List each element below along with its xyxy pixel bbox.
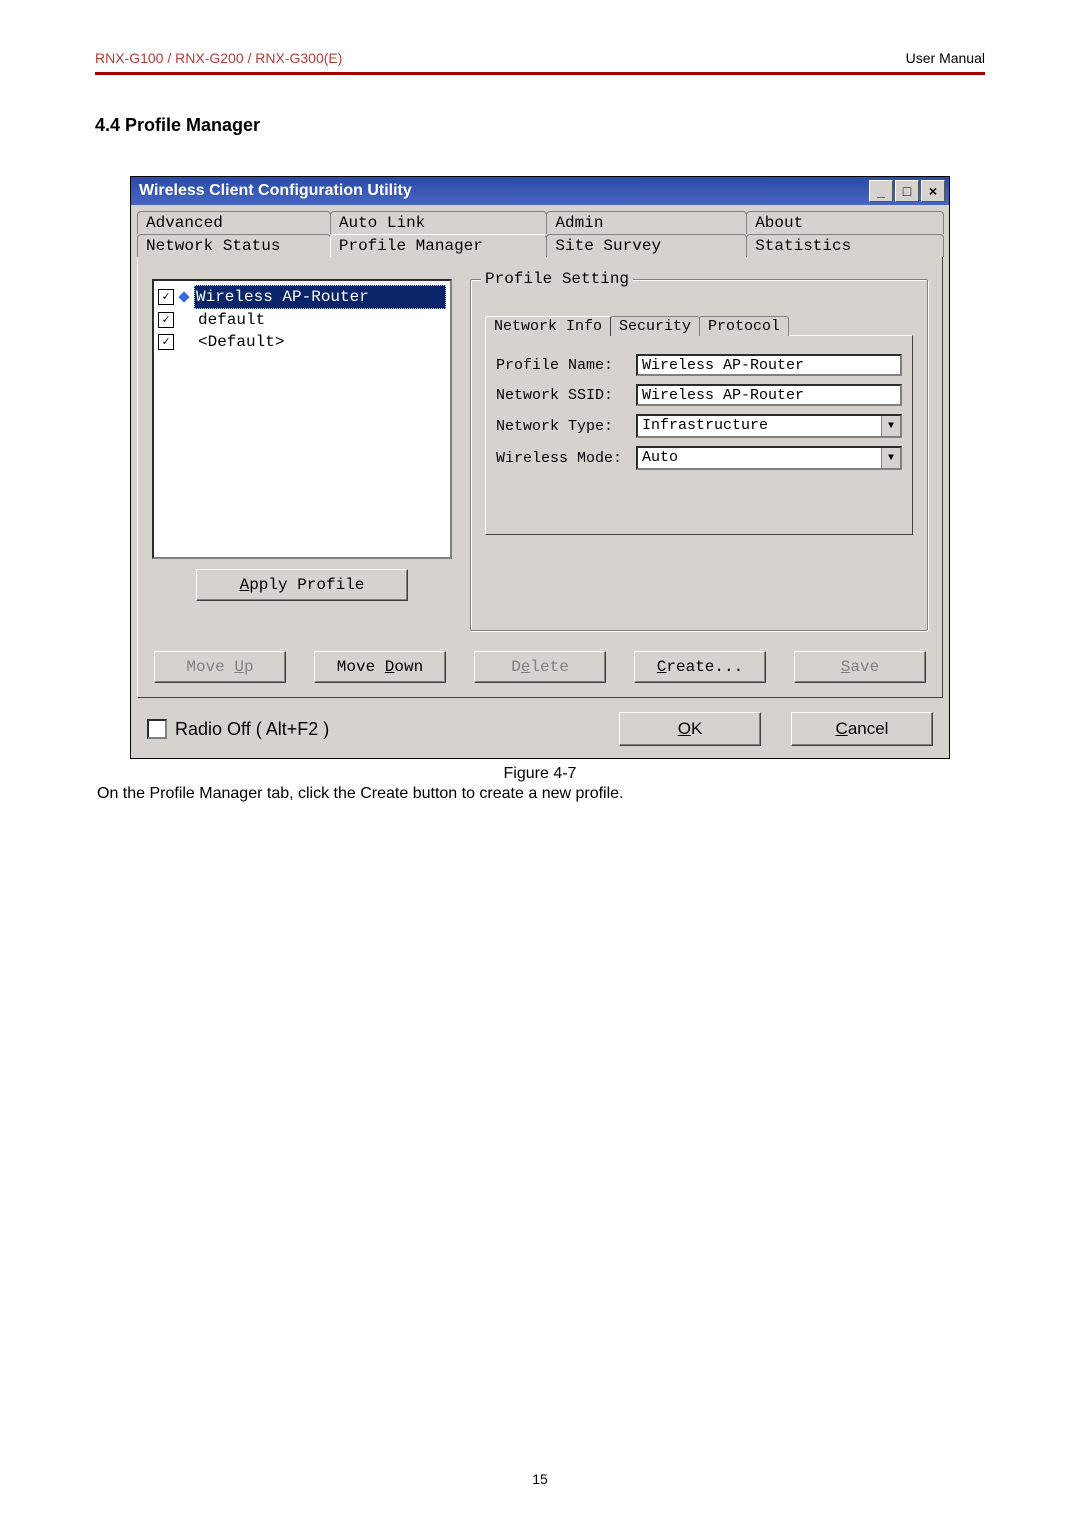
tab-site-survey[interactable]: Site Survey <box>546 234 747 257</box>
ok-button[interactable]: OK <box>619 712 761 746</box>
tab-admin[interactable]: Admin <box>546 211 747 234</box>
tab-auto-link[interactable]: Auto Link <box>330 211 548 234</box>
apply-profile-button[interactable]: Apply Profile <box>196 569 408 601</box>
checkbox-icon[interactable]: ✓ <box>158 289 174 305</box>
dialog-footer: Radio Off ( Alt+F2 ) OK Cancel <box>137 698 943 752</box>
radio-off-checkbox[interactable] <box>147 719 167 739</box>
wireless-mode-label: Wireless Mode: <box>496 450 636 467</box>
main-tabstrip: Advanced Auto Link Admin About Network S… <box>137 211 943 698</box>
list-item[interactable]: ✓ <Default> <box>156 331 448 353</box>
network-type-combo[interactable]: Infrastructure ▼ <box>636 414 902 438</box>
inner-tab-network-info[interactable]: Network Info <box>485 316 611 336</box>
inner-tab-protocol[interactable]: Protocol <box>699 316 789 336</box>
create-button[interactable]: Create... <box>634 651 766 683</box>
list-item-label: <Default> <box>196 331 446 353</box>
minimize-button[interactable]: _ <box>869 180 893 202</box>
profile-name-label: Profile Name: <box>496 357 636 374</box>
figure-caption: Figure 4-7 <box>95 765 985 783</box>
tab-advanced[interactable]: Advanced <box>137 211 331 234</box>
move-up-button[interactable]: Move Up <box>154 651 286 683</box>
checkbox-icon[interactable]: ✓ <box>158 334 174 350</box>
tab-profile-manager[interactable]: Profile Manager <box>330 234 548 257</box>
combo-value: Infrastructure <box>638 416 881 436</box>
inner-tabstrip: Network Info Security Protocol <box>485 316 913 336</box>
profile-setting-group: Profile Setting Network Info Security Pr… <box>470 279 928 631</box>
maximize-button[interactable]: □ <box>895 180 919 202</box>
header-right: User Manual <box>906 50 985 66</box>
header-rule <box>95 72 985 75</box>
radio-off-label: Radio Off ( Alt+F2 ) <box>175 719 589 740</box>
close-button[interactable]: × <box>921 180 945 202</box>
delete-button[interactable]: Delete <box>474 651 606 683</box>
tab-about[interactable]: About <box>746 211 944 234</box>
network-type-label: Network Type: <box>496 418 636 435</box>
cancel-button[interactable]: Cancel <box>791 712 933 746</box>
network-ssid-input[interactable] <box>636 384 902 406</box>
list-item-label: default <box>196 309 446 331</box>
profile-name-input[interactable] <box>636 354 902 376</box>
network-ssid-label: Network SSID: <box>496 387 636 404</box>
checkbox-icon[interactable]: ✓ <box>158 312 174 328</box>
button-row: Move Up Move Down Delete Create... Save <box>152 651 928 683</box>
section-heading: 4.4 Profile Manager <box>95 115 985 136</box>
chevron-down-icon[interactable]: ▼ <box>881 416 900 436</box>
body-text: On the Profile Manager tab, click the Cr… <box>97 785 985 803</box>
inner-tab-security[interactable]: Security <box>610 316 700 336</box>
move-down-button[interactable]: Move Down <box>314 651 446 683</box>
tab-network-status[interactable]: Network Status <box>137 234 331 257</box>
page-number: 15 <box>0 1471 1080 1487</box>
list-item[interactable]: ✓ default <box>156 309 448 331</box>
inner-tab-panel: Profile Name: Network SSID: Network Type… <box>485 335 913 535</box>
combo-value: Auto <box>638 448 881 468</box>
groupbox-legend: Profile Setting <box>481 270 633 288</box>
tab-panel: ✓ Wireless AP-Router ✓ default ✓ <box>137 256 943 698</box>
chevron-down-icon[interactable]: ▼ <box>881 448 900 468</box>
header-left: RNX-G100 / RNX-G200 / RNX-G300(E) <box>95 50 342 66</box>
save-button[interactable]: Save <box>794 651 926 683</box>
tab-statistics[interactable]: Statistics <box>746 234 944 257</box>
window-title: Wireless Client Configuration Utility <box>139 182 412 200</box>
app-window: Wireless Client Configuration Utility _ … <box>130 176 950 759</box>
active-marker-icon <box>178 291 189 302</box>
wireless-mode-combo[interactable]: Auto ▼ <box>636 446 902 470</box>
profile-listbox[interactable]: ✓ Wireless AP-Router ✓ default ✓ <box>152 279 452 559</box>
list-item[interactable]: ✓ Wireless AP-Router <box>156 285 448 309</box>
list-item-label: Wireless AP-Router <box>194 285 446 309</box>
titlebar: Wireless Client Configuration Utility _ … <box>131 177 949 205</box>
